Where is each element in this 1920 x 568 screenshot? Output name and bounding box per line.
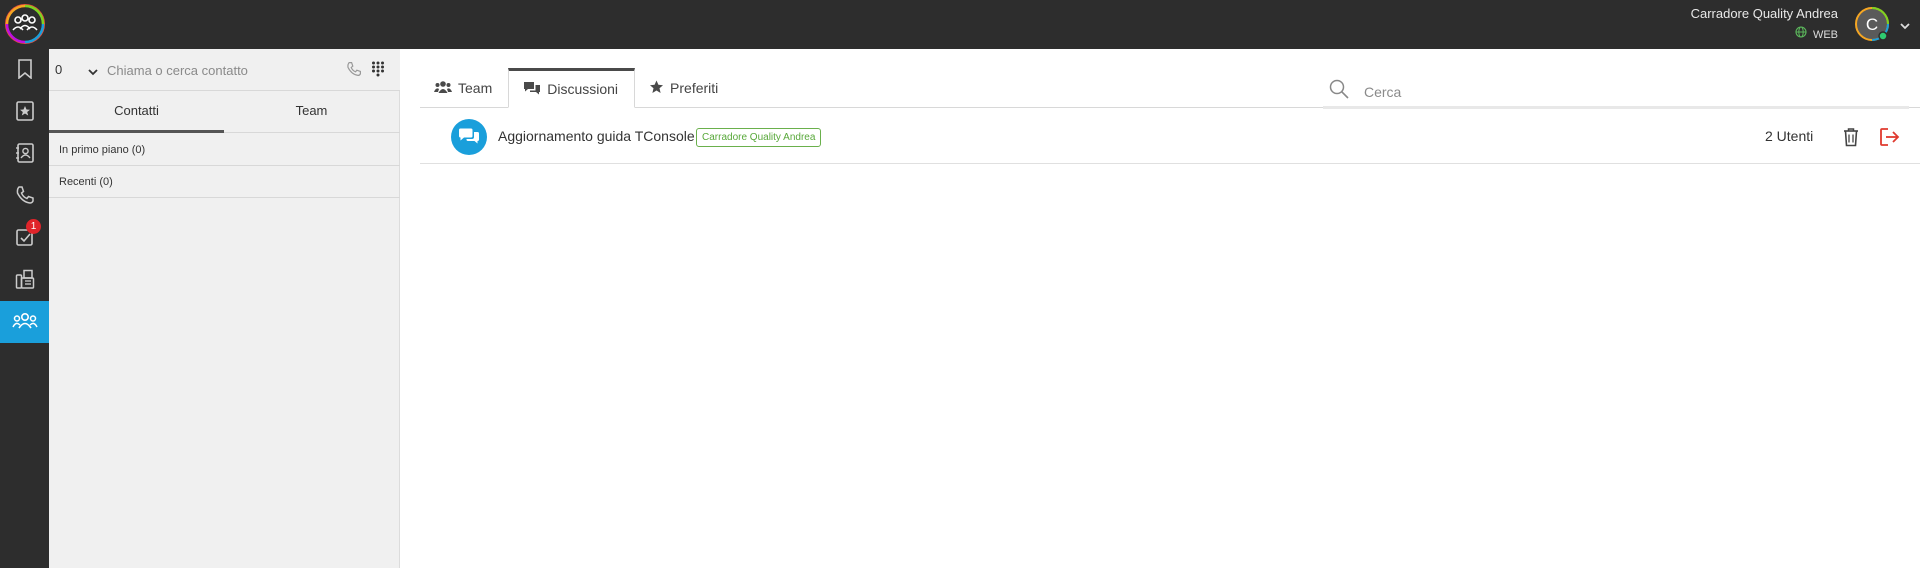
rail-item-favorites[interactable] xyxy=(0,91,49,133)
notification-badge: 1 xyxy=(26,219,41,234)
rail-item-team[interactable] xyxy=(0,301,49,343)
rail-item-bookmark[interactable] xyxy=(0,49,49,91)
user-info: Carradore Quality Andrea WEB xyxy=(1691,6,1838,43)
comments-icon xyxy=(523,81,541,98)
trash-icon[interactable] xyxy=(1842,127,1860,150)
rail-item-tasks[interactable]: 1 xyxy=(0,217,49,259)
search-icon xyxy=(1329,79,1349,102)
leave-discussion-icon[interactable] xyxy=(1879,127,1901,150)
star-icon xyxy=(649,80,664,97)
call-search-bar: 0 xyxy=(49,49,400,91)
tab-contatti[interactable]: Contatti xyxy=(49,91,224,133)
main-content: Team Discussioni Preferiti Aggiornamento… xyxy=(409,49,1920,568)
users-count: 2 Utenti xyxy=(1765,128,1814,144)
contact-book-icon xyxy=(15,142,35,166)
tab-label: Team xyxy=(458,80,493,96)
rail-item-fax[interactable] xyxy=(0,259,49,301)
main-tabs: Team Discussioni Preferiti xyxy=(420,68,734,108)
tab-team[interactable]: Team xyxy=(420,68,508,108)
tab-label: Discussioni xyxy=(547,81,619,97)
owner-tag: Carradore Quality Andrea xyxy=(696,128,822,147)
phone-icon xyxy=(15,185,35,208)
fax-icon xyxy=(15,269,35,292)
tab-discussioni[interactable]: Discussioni xyxy=(508,68,636,108)
tab-team-contacts[interactable]: Team xyxy=(224,91,399,133)
discussion-title: Aggiornamento guida TConsole xyxy=(498,128,695,144)
user-name: Carradore Quality Andrea xyxy=(1690,6,1838,21)
users-icon xyxy=(434,80,452,97)
top-bar: Carradore Quality Andrea WEB C xyxy=(0,0,1920,49)
contacts-panel: 0 Contatti Team In primo piano (0) Recen… xyxy=(49,49,400,568)
mode-label: WEB xyxy=(1812,28,1838,41)
search-underline xyxy=(1323,106,1909,109)
discussion-row[interactable]: Aggiornamento guida TConsole Carradore Q… xyxy=(420,112,1920,164)
star-book-icon xyxy=(15,100,35,124)
avatar-initial: C xyxy=(1866,15,1878,34)
avatar[interactable]: C xyxy=(1854,6,1890,42)
line-count: 0 xyxy=(55,62,63,77)
dialpad-icon[interactable] xyxy=(371,61,385,80)
bookmark-icon xyxy=(16,58,34,82)
search-input[interactable] xyxy=(1364,81,1904,103)
rail-item-contacts[interactable] xyxy=(0,133,49,175)
connection-mode: WEB xyxy=(1691,26,1838,43)
comments-icon xyxy=(458,127,480,148)
chevron-down-icon[interactable] xyxy=(88,63,98,79)
contacts-tabs: Contatti Team xyxy=(49,91,400,133)
section-recent[interactable]: Recenti (0) xyxy=(49,166,400,198)
chevron-down-icon[interactable] xyxy=(1900,17,1910,33)
tab-preferiti[interactable]: Preferiti xyxy=(635,68,734,108)
section-featured[interactable]: In primo piano (0) xyxy=(49,134,400,166)
discussion-avatar xyxy=(451,119,487,155)
call-search-input[interactable] xyxy=(107,59,337,81)
side-rail: 1 xyxy=(0,49,49,568)
tab-label: Preferiti xyxy=(670,80,719,96)
rail-item-calls[interactable] xyxy=(0,175,49,217)
group-icon xyxy=(11,311,38,334)
phone-icon[interactable] xyxy=(346,61,362,80)
app-logo-icon[interactable] xyxy=(4,3,46,45)
globe-icon xyxy=(1795,26,1807,43)
